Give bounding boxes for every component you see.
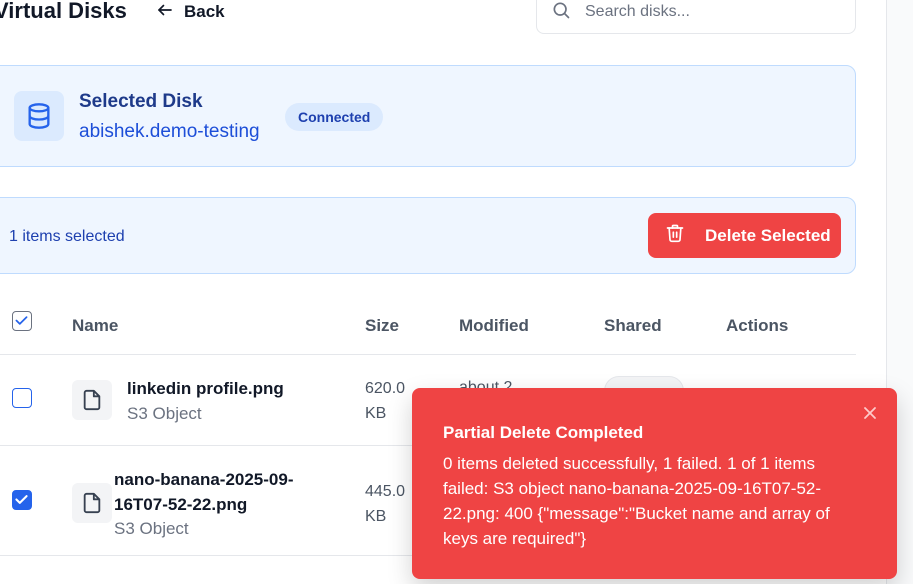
column-header-shared: Shared bbox=[604, 316, 662, 335]
error-toast: Partial Delete Completed 0 items deleted… bbox=[412, 388, 897, 579]
toast-title: Partial Delete Completed bbox=[443, 423, 644, 442]
column-header-size[interactable]: Size bbox=[365, 316, 399, 336]
select-all-checkbox[interactable] bbox=[12, 311, 32, 331]
database-icon bbox=[14, 91, 64, 141]
delete-selected-label: Delete Selected bbox=[705, 225, 831, 245]
search-input[interactable] bbox=[585, 3, 825, 21]
file-icon bbox=[72, 483, 112, 523]
arrow-left-icon bbox=[156, 1, 174, 24]
selected-disk-name: abishek.demo-testing bbox=[79, 121, 260, 142]
search-box[interactable] bbox=[536, 0, 856, 34]
page-title: Virtual Disks bbox=[0, 0, 127, 23]
toast-message: 0 items deleted successfully, 1 failed. … bbox=[443, 454, 830, 548]
file-name[interactable]: nano-banana-2025-09-16T07-52-22.png bbox=[114, 467, 319, 517]
column-header-actions: Actions bbox=[726, 316, 789, 335]
selection-count: 1 items selected bbox=[9, 228, 125, 245]
file-type: S3 Object bbox=[127, 404, 202, 423]
file-size: 445.0 KB bbox=[365, 483, 406, 525]
row-checkbox[interactable] bbox=[12, 388, 32, 408]
status-badge: Connected bbox=[285, 103, 384, 131]
column-header-name[interactable]: Name bbox=[72, 316, 118, 336]
row-checkbox[interactable] bbox=[12, 490, 32, 510]
file-name[interactable]: linkedin profile.png bbox=[127, 376, 284, 401]
file-type: S3 Object bbox=[114, 519, 189, 538]
selected-disk-label: Selected Disk bbox=[79, 91, 203, 112]
table-header: Name Size Modified Shared Actions bbox=[0, 300, 856, 355]
trash-icon bbox=[665, 223, 685, 248]
search-icon bbox=[551, 0, 571, 25]
column-header-modified[interactable]: Modified bbox=[459, 316, 529, 336]
back-button[interactable]: Back bbox=[156, 0, 225, 24]
selection-bar: 1 items selected Delete Selected bbox=[0, 197, 856, 274]
back-label: Back bbox=[184, 2, 225, 21]
file-size: 620.0 KB bbox=[365, 380, 406, 422]
close-icon[interactable] bbox=[861, 404, 879, 422]
file-icon bbox=[72, 380, 112, 420]
selected-disk-card: Selected Disk abishek.demo-testing Conne… bbox=[0, 65, 856, 167]
delete-selected-button[interactable]: Delete Selected bbox=[648, 213, 841, 258]
